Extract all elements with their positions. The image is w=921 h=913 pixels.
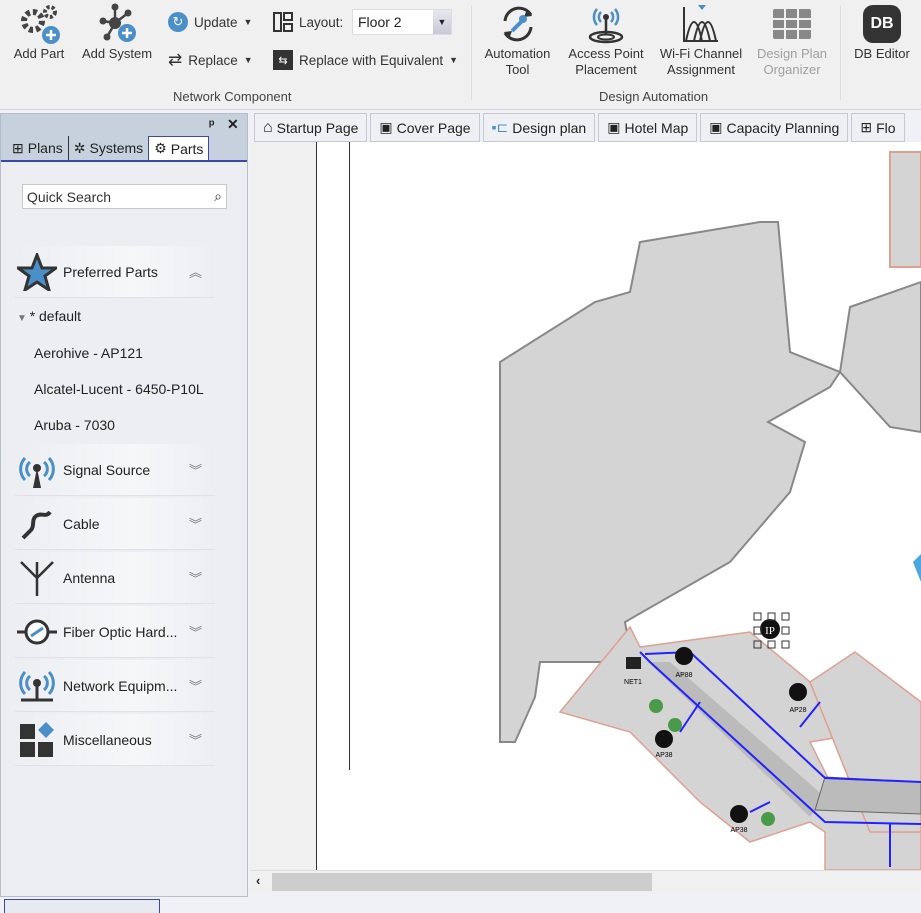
document-tabs: ⌂ Startup Page ▣ Cover Page ▪⊏ Design plan … xyxy=(254,113,921,142)
divider xyxy=(840,6,841,100)
device-label: NET1 xyxy=(624,679,642,686)
access-point-icon xyxy=(588,8,624,44)
replace-with-equivalent-button[interactable]: ⇆ Replace with Equivalent ▼ xyxy=(273,50,458,70)
tab-hotel-map[interactable]: ▣ Hotel Map xyxy=(598,113,698,142)
design-canvas[interactable]: IP NET1 AP88 AP28 AP38 AP38 xyxy=(250,142,921,870)
category-preferred-parts[interactable]: Preferred Parts ︽ xyxy=(15,246,215,298)
systems-icon: ✲ xyxy=(73,139,86,156)
image-icon: ▣ xyxy=(709,119,723,135)
device-label: AP38 xyxy=(730,827,747,834)
chevron-down-double-icon[interactable]: ︾ xyxy=(189,622,215,641)
close-icon[interactable]: ✕ xyxy=(227,116,239,133)
quick-search-input[interactable]: Quick Search ⌕ xyxy=(22,184,227,209)
signal-source-icon xyxy=(15,450,59,490)
category-cable[interactable]: Cable ︾ xyxy=(15,498,215,550)
chevron-down-double-icon[interactable]: ︾ xyxy=(189,730,215,749)
tab-capacity-planning[interactable]: ▣ Capacity Planning xyxy=(700,113,849,142)
cable-icon xyxy=(15,504,59,544)
chevron-down-double-icon[interactable]: ︾ xyxy=(189,568,215,587)
access-point-placement-button[interactable]: Access Point Placement xyxy=(562,2,650,78)
add-part-button[interactable]: Add Part xyxy=(8,2,70,62)
tab-systems[interactable]: ✲ Systems xyxy=(67,136,148,160)
system-add-icon xyxy=(99,3,136,42)
wifi-channel-assignment-button[interactable]: Wi-Fi Channel Assignment xyxy=(656,2,746,78)
chevron-down-icon[interactable]: ▼ xyxy=(433,10,451,34)
swap-arrows-icon: ⇄ xyxy=(168,50,183,69)
image-icon: ▣ xyxy=(607,119,621,135)
automation-tool-button[interactable]: Automation Tool xyxy=(480,2,555,78)
antenna-icon xyxy=(15,558,59,598)
group-label-network-component: Network Component xyxy=(173,89,292,104)
home-icon: ⌂ xyxy=(263,118,273,136)
ip-device-label[interactable]: IP xyxy=(765,625,775,637)
category-fiber-optic-hardware[interactable]: Fiber Optic Hard... ︾ xyxy=(15,606,215,658)
parts-panel: ᵖ ✕ ⊞ Plans ✲ Systems ⚙ Parts Quick Search ⌕… xyxy=(0,113,248,897)
plans-icon: ⊞ xyxy=(12,139,24,156)
device-label: AP88 xyxy=(675,672,692,679)
category-signal-source[interactable]: Signal Source ︾ xyxy=(15,444,215,496)
wrench-cycle-icon xyxy=(503,6,532,42)
scroll-left-icon[interactable]: ‹ xyxy=(256,873,260,888)
chevron-up-double-icon[interactable]: ︽ xyxy=(189,262,215,281)
horizontal-scrollbar[interactable]: ‹ xyxy=(250,870,921,892)
gears-icon: ⚙ xyxy=(154,140,167,156)
gears-add-icon xyxy=(21,5,60,44)
image-icon: ▣ xyxy=(379,119,393,135)
network-equipment-icon xyxy=(15,666,59,706)
tab-cover-page[interactable]: ▣ Cover Page xyxy=(370,113,480,142)
channel-chart-icon xyxy=(683,5,718,42)
layout-select[interactable]: Floor 2 ▼ xyxy=(352,9,452,35)
tree-group-default[interactable]: ▼ * default xyxy=(17,308,81,324)
category-miscellaneous[interactable]: Miscellaneous ︾ xyxy=(15,714,215,766)
chevron-down-double-icon[interactable]: ︾ xyxy=(189,460,215,479)
ribbon: Add Part Add System ↻ Update ▼ ⇄ Replace ▼ L… xyxy=(0,0,921,110)
design-plan-organizer-button[interactable]: Design Plan Organizer xyxy=(752,2,832,78)
category-antenna[interactable]: Antenna ︾ xyxy=(15,552,215,604)
tab-floor[interactable]: ⊞ Flo xyxy=(851,113,905,142)
device-label: AP38 xyxy=(655,752,672,759)
db-editor-button[interactable]: DB DB Editor xyxy=(848,2,916,62)
group-label-design-automation: Design Automation xyxy=(599,89,709,104)
floor-plan: IP NET1 AP88 AP28 AP38 AP38 xyxy=(499,151,921,870)
replace-equivalent-icon: ⇆ xyxy=(273,50,293,70)
refresh-icon: ↻ xyxy=(168,12,188,32)
device-label: AP28 xyxy=(789,707,806,714)
fiber-optic-icon xyxy=(15,612,59,652)
layout-icon xyxy=(273,12,293,32)
scrollbar-thumb[interactable] xyxy=(272,873,652,891)
db-logo-icon: DB xyxy=(863,5,901,43)
expand-triangle-icon[interactable]: ▼ xyxy=(17,313,30,324)
panel-tabs: ⊞ Plans ✲ Systems ⚙ Parts xyxy=(1,136,247,162)
panel-header: ᵖ ✕ xyxy=(1,114,247,136)
list-item[interactable]: Aerohive - AP121 xyxy=(34,345,143,361)
floor-plan-icon: ⊞ xyxy=(860,119,873,135)
layout-label: Layout: xyxy=(273,12,343,32)
update-button[interactable]: ↻ Update ▼ xyxy=(168,12,252,32)
pin-icon[interactable]: ᵖ xyxy=(209,116,214,132)
list-item[interactable]: Aruba - 7030 xyxy=(34,417,115,433)
tab-parts[interactable]: ⚙ Parts xyxy=(148,136,210,160)
tab-design-plan[interactable]: ▪⊏ Design plan xyxy=(482,113,596,142)
design-plan-icon: ▪⊏ xyxy=(491,119,509,135)
search-icon[interactable]: ⌕ xyxy=(214,188,222,205)
add-system-button[interactable]: Add System xyxy=(78,2,156,62)
category-network-equipment[interactable]: Network Equipm... ︾ xyxy=(15,660,215,712)
shapes-icon xyxy=(15,720,59,760)
tab-plans[interactable]: ⊞ Plans xyxy=(7,136,68,160)
chevron-down-double-icon[interactable]: ︾ xyxy=(189,676,215,695)
tab-startup-page[interactable]: ⌂ Startup Page xyxy=(254,113,368,142)
replace-button[interactable]: ⇄ Replace ▼ xyxy=(168,50,253,70)
chevron-down-double-icon[interactable]: ︾ xyxy=(189,514,215,533)
list-item[interactable]: Alcatel-Lucent - 6450-P10L xyxy=(34,381,204,397)
divider xyxy=(471,6,472,100)
grid-icon xyxy=(773,9,811,39)
star-icon xyxy=(17,252,57,291)
